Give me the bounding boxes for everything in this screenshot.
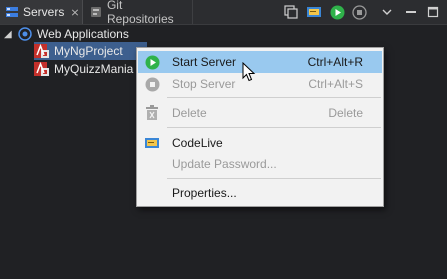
start-icon[interactable] [329, 4, 345, 20]
new-window-icon[interactable] [283, 4, 299, 20]
trash-icon [144, 105, 160, 121]
menu-item-label: Delete [172, 106, 207, 120]
menu-item-label: Stop Server [172, 77, 236, 91]
menu-item-label: Start Server [172, 55, 237, 69]
start-server-icon [144, 54, 160, 70]
tree-item-web-applications[interactable]: ◢ Web Applications [0, 25, 447, 43]
mouse-cursor-icon [242, 62, 256, 82]
collapse-arrow-icon[interactable]: ◢ [4, 29, 16, 40]
angular-app-icon [34, 43, 49, 58]
git-repositories-icon [90, 7, 101, 17]
codelive-icon[interactable] [306, 4, 322, 20]
tree-item-myngproject[interactable]: MyNgProject [34, 42, 147, 60]
context-menu: Start Server Ctrl+Alt+R Stop Server Ctrl… [136, 47, 384, 207]
menu-item-codelive[interactable]: CodeLive [138, 132, 382, 154]
menu-item-delete[interactable]: Delete Delete [138, 102, 382, 124]
codelive-icon [144, 135, 160, 151]
stop-icon[interactable] [351, 4, 367, 20]
tree-item-label: MyQuizzMania [54, 62, 134, 76]
menu-item-start-server[interactable]: Start Server Ctrl+Alt+R [138, 51, 382, 73]
view-tab-bar: Servers ⨯ Git Repositories [0, 0, 447, 26]
menu-item-label: Update Password... [172, 157, 277, 171]
menu-item-stop-server[interactable]: Stop Server Ctrl+Alt+S [138, 73, 382, 95]
minimize-icon[interactable] [403, 4, 419, 20]
tab-git-repositories-label: Git Repositories [106, 0, 174, 26]
view-menu-icon[interactable] [379, 4, 395, 20]
menu-item-update-password[interactable]: Update Password... [138, 153, 382, 175]
servers-icon [6, 7, 18, 17]
menu-item-shortcut: Delete [328, 106, 363, 120]
stop-server-icon [144, 76, 160, 92]
menu-item-shortcut: Ctrl+Alt+S [308, 77, 363, 91]
menu-separator [167, 97, 381, 98]
tree-item-label: Web Applications [37, 27, 129, 41]
tab-git-repositories[interactable]: Git Repositories [84, 0, 193, 26]
web-applications-icon [18, 27, 32, 41]
menu-separator [167, 127, 381, 128]
maximize-icon[interactable] [425, 4, 441, 20]
tab-servers[interactable]: Servers ⨯ [0, 0, 83, 24]
angular-app-icon [34, 61, 49, 76]
tree-item-myquizzmania[interactable]: MyQuizzMania [34, 60, 147, 78]
tree-item-label: MyNgProject [54, 44, 123, 58]
menu-item-shortcut: Ctrl+Alt+R [307, 55, 363, 69]
menu-item-label: CodeLive [172, 136, 223, 150]
close-tab-icon[interactable]: ⨯ [70, 6, 79, 19]
menu-item-label: Properties... [172, 186, 237, 200]
tab-servers-label: Servers [23, 5, 65, 19]
menu-item-properties[interactable]: Properties... [138, 182, 382, 204]
menu-separator [167, 178, 381, 179]
